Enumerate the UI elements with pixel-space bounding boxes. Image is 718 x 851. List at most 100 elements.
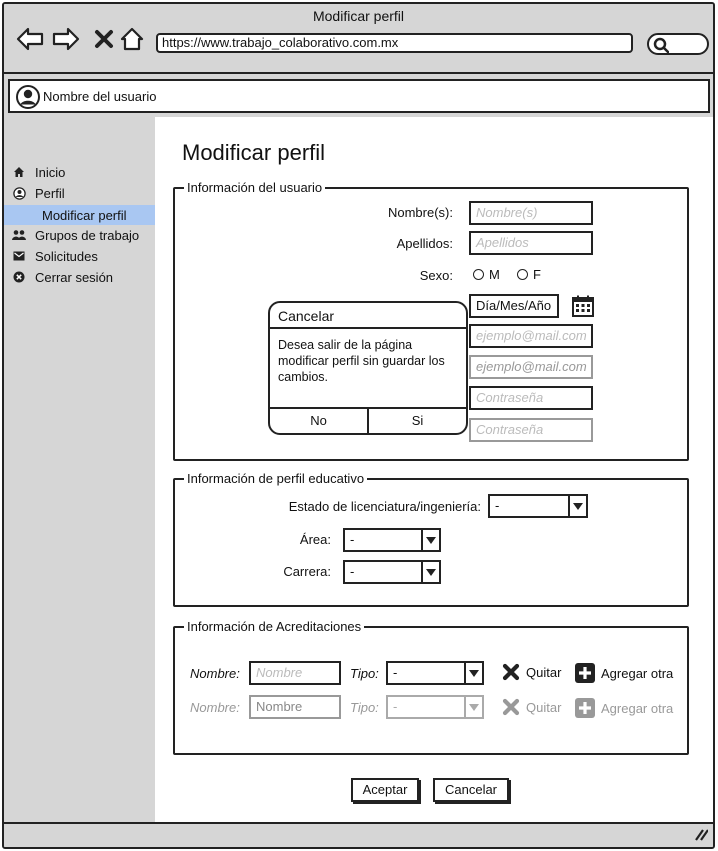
acred-nombre-label: Nombre: [190,666,240,681]
chevron-down-icon [464,697,482,717]
agregar-otra-button-disabled: Agregar otra [575,698,673,718]
back-arrow-icon[interactable] [16,25,44,53]
quitar-button-disabled: Quitar [502,698,561,716]
dialog-divider [270,327,466,329]
agregar-otra-label: Agregar otra [601,700,674,716]
apellidos-label: Apellidos: [396,236,453,251]
agregar-otra-label: Agregar otra [601,665,674,681]
user-avatar-icon [16,85,40,112]
acred-tipo-value: - [393,699,398,714]
acred-nombre-input-disabled: Nombre [249,695,341,719]
sidebar-item-label: Solicitudes [35,248,98,264]
cancel-dialog: Cancelar Desea salir de la página modifi… [268,301,468,435]
carrera-value: - [350,564,355,579]
chevron-down-icon [464,663,482,683]
acred-tipo-value: - [393,665,398,680]
dialog-no-button[interactable]: No [270,409,367,433]
agregar-otra-button[interactable]: Agregar otra [575,663,673,683]
apellidos-input[interactable]: Apellidos [469,231,593,255]
user-info-legend: Información del usuario [187,180,323,195]
page-title: Modificar perfil [182,140,326,165]
sidebar-item-cerrar-sesion[interactable]: Cerrar sesión [4,267,155,287]
group-icon [12,228,26,242]
sexo-m-label: M [489,267,500,282]
acred-tipo-label: Tipo: [350,700,379,715]
close-circle-icon [12,270,26,284]
browser-window: Modificar perfil https://www.trabajo_col… [2,2,715,849]
password-confirm-input[interactable]: Contraseña [469,418,593,442]
sidebar-item-label: Perfil [35,185,65,201]
acred-nombre-input[interactable]: Nombre [249,661,341,685]
search-icon [653,37,670,56]
estado-select[interactable]: - [488,494,588,518]
acred-tipo-label: Tipo: [350,666,379,681]
chevron-down-icon [421,530,439,550]
plus-square-icon [575,663,595,683]
sidebar-item-grupos[interactable]: Grupos de trabajo [4,225,155,245]
nombre-input[interactable]: Nombre(s) [469,201,593,225]
sidebar-item-perfil[interactable]: Perfil [4,183,155,203]
nombre-label: Nombre(s): [387,205,453,220]
sexo-m-radio[interactable]: M [473,267,500,282]
user-circle-icon [12,186,26,200]
home-icon[interactable] [118,25,146,53]
acred-tipo-select[interactable]: - [386,661,484,685]
home-icon [12,165,26,179]
sidebar-item-modificar-perfil[interactable]: Modificar perfil [4,205,155,225]
estado-label: Estado de licenciatura/ingeniería: [288,499,481,514]
close-x-icon [502,663,520,681]
close-x-icon [502,698,520,716]
fecha-input[interactable]: Día/Mes/Año [469,294,559,318]
password-input[interactable]: Contraseña [469,386,593,410]
sidebar-item-solicitudes[interactable]: Solicitudes [4,246,155,266]
radio-circle [517,269,528,280]
acred-tipo-select-disabled: - [386,695,484,719]
acred-nombre-label: Nombre: [190,700,240,715]
dialog-title: Cancelar [278,308,335,324]
plus-square-icon [575,698,595,718]
window-title: Modificar perfil [312,8,405,24]
quitar-label: Quitar [526,699,562,715]
radio-circle [473,269,484,280]
resize-grip-icon[interactable] [694,829,709,844]
sidebar-item-inicio[interactable]: Inicio [4,162,155,182]
quitar-label: Quitar [526,664,562,680]
aceptar-button[interactable]: Aceptar [351,778,419,802]
mail-icon [12,249,26,263]
user-name[interactable]: Nombre del usuario [43,89,156,104]
user-bar: Nombre del usuario [8,79,710,113]
sexo-f-label: F [533,267,541,282]
chevron-down-icon [568,496,586,516]
area-select[interactable]: - [343,528,441,552]
area-label: Área: [299,532,331,547]
acred-info-legend: Información de Acreditaciones [187,619,362,634]
email-confirm-input[interactable]: ejemplo@mail.com [469,355,593,379]
estado-value: - [495,498,500,513]
cancelar-button[interactable]: Cancelar [433,778,509,802]
sexo-label: Sexo: [419,268,453,283]
dialog-buttons: No Si [270,407,466,433]
sidebar-item-label: Grupos de trabajo [35,227,140,243]
browser-search-input[interactable] [647,33,709,55]
calendar-icon[interactable] [571,294,595,321]
sidebar-item-label: Cerrar sesión [35,269,114,285]
dialog-yes-button[interactable]: Si [367,409,466,433]
forward-arrow-icon[interactable] [52,25,80,53]
area-value: - [350,532,355,547]
quitar-button[interactable]: Quitar [502,663,561,681]
edu-info-legend: Información de perfil educativo [187,471,365,486]
carrera-label: Carrera: [283,564,331,579]
dialog-message: Desea salir de la página modificar perfi… [278,338,445,384]
browser-toolbar: Modificar perfil https://www.trabajo_col… [4,4,713,74]
stop-x-icon[interactable] [90,25,118,53]
sidebar-item-label: Inicio [35,164,66,180]
chevron-down-icon [421,562,439,582]
sidebar-item-label: Modificar perfil [42,207,127,223]
sexo-f-radio[interactable]: F [517,267,541,282]
url-input[interactable]: https://www.trabajo_colaborativo.com.mx [156,33,633,53]
acred-info-group: Información de Acreditaciones [173,619,689,755]
sidebar: Inicio Perfil Modificar perfil Grupos de… [4,119,155,824]
email-input[interactable]: ejemplo@mail.com [469,324,593,348]
main-content: Modificar perfil Información del usuario… [155,117,713,824]
carrera-select[interactable]: - [343,560,441,584]
